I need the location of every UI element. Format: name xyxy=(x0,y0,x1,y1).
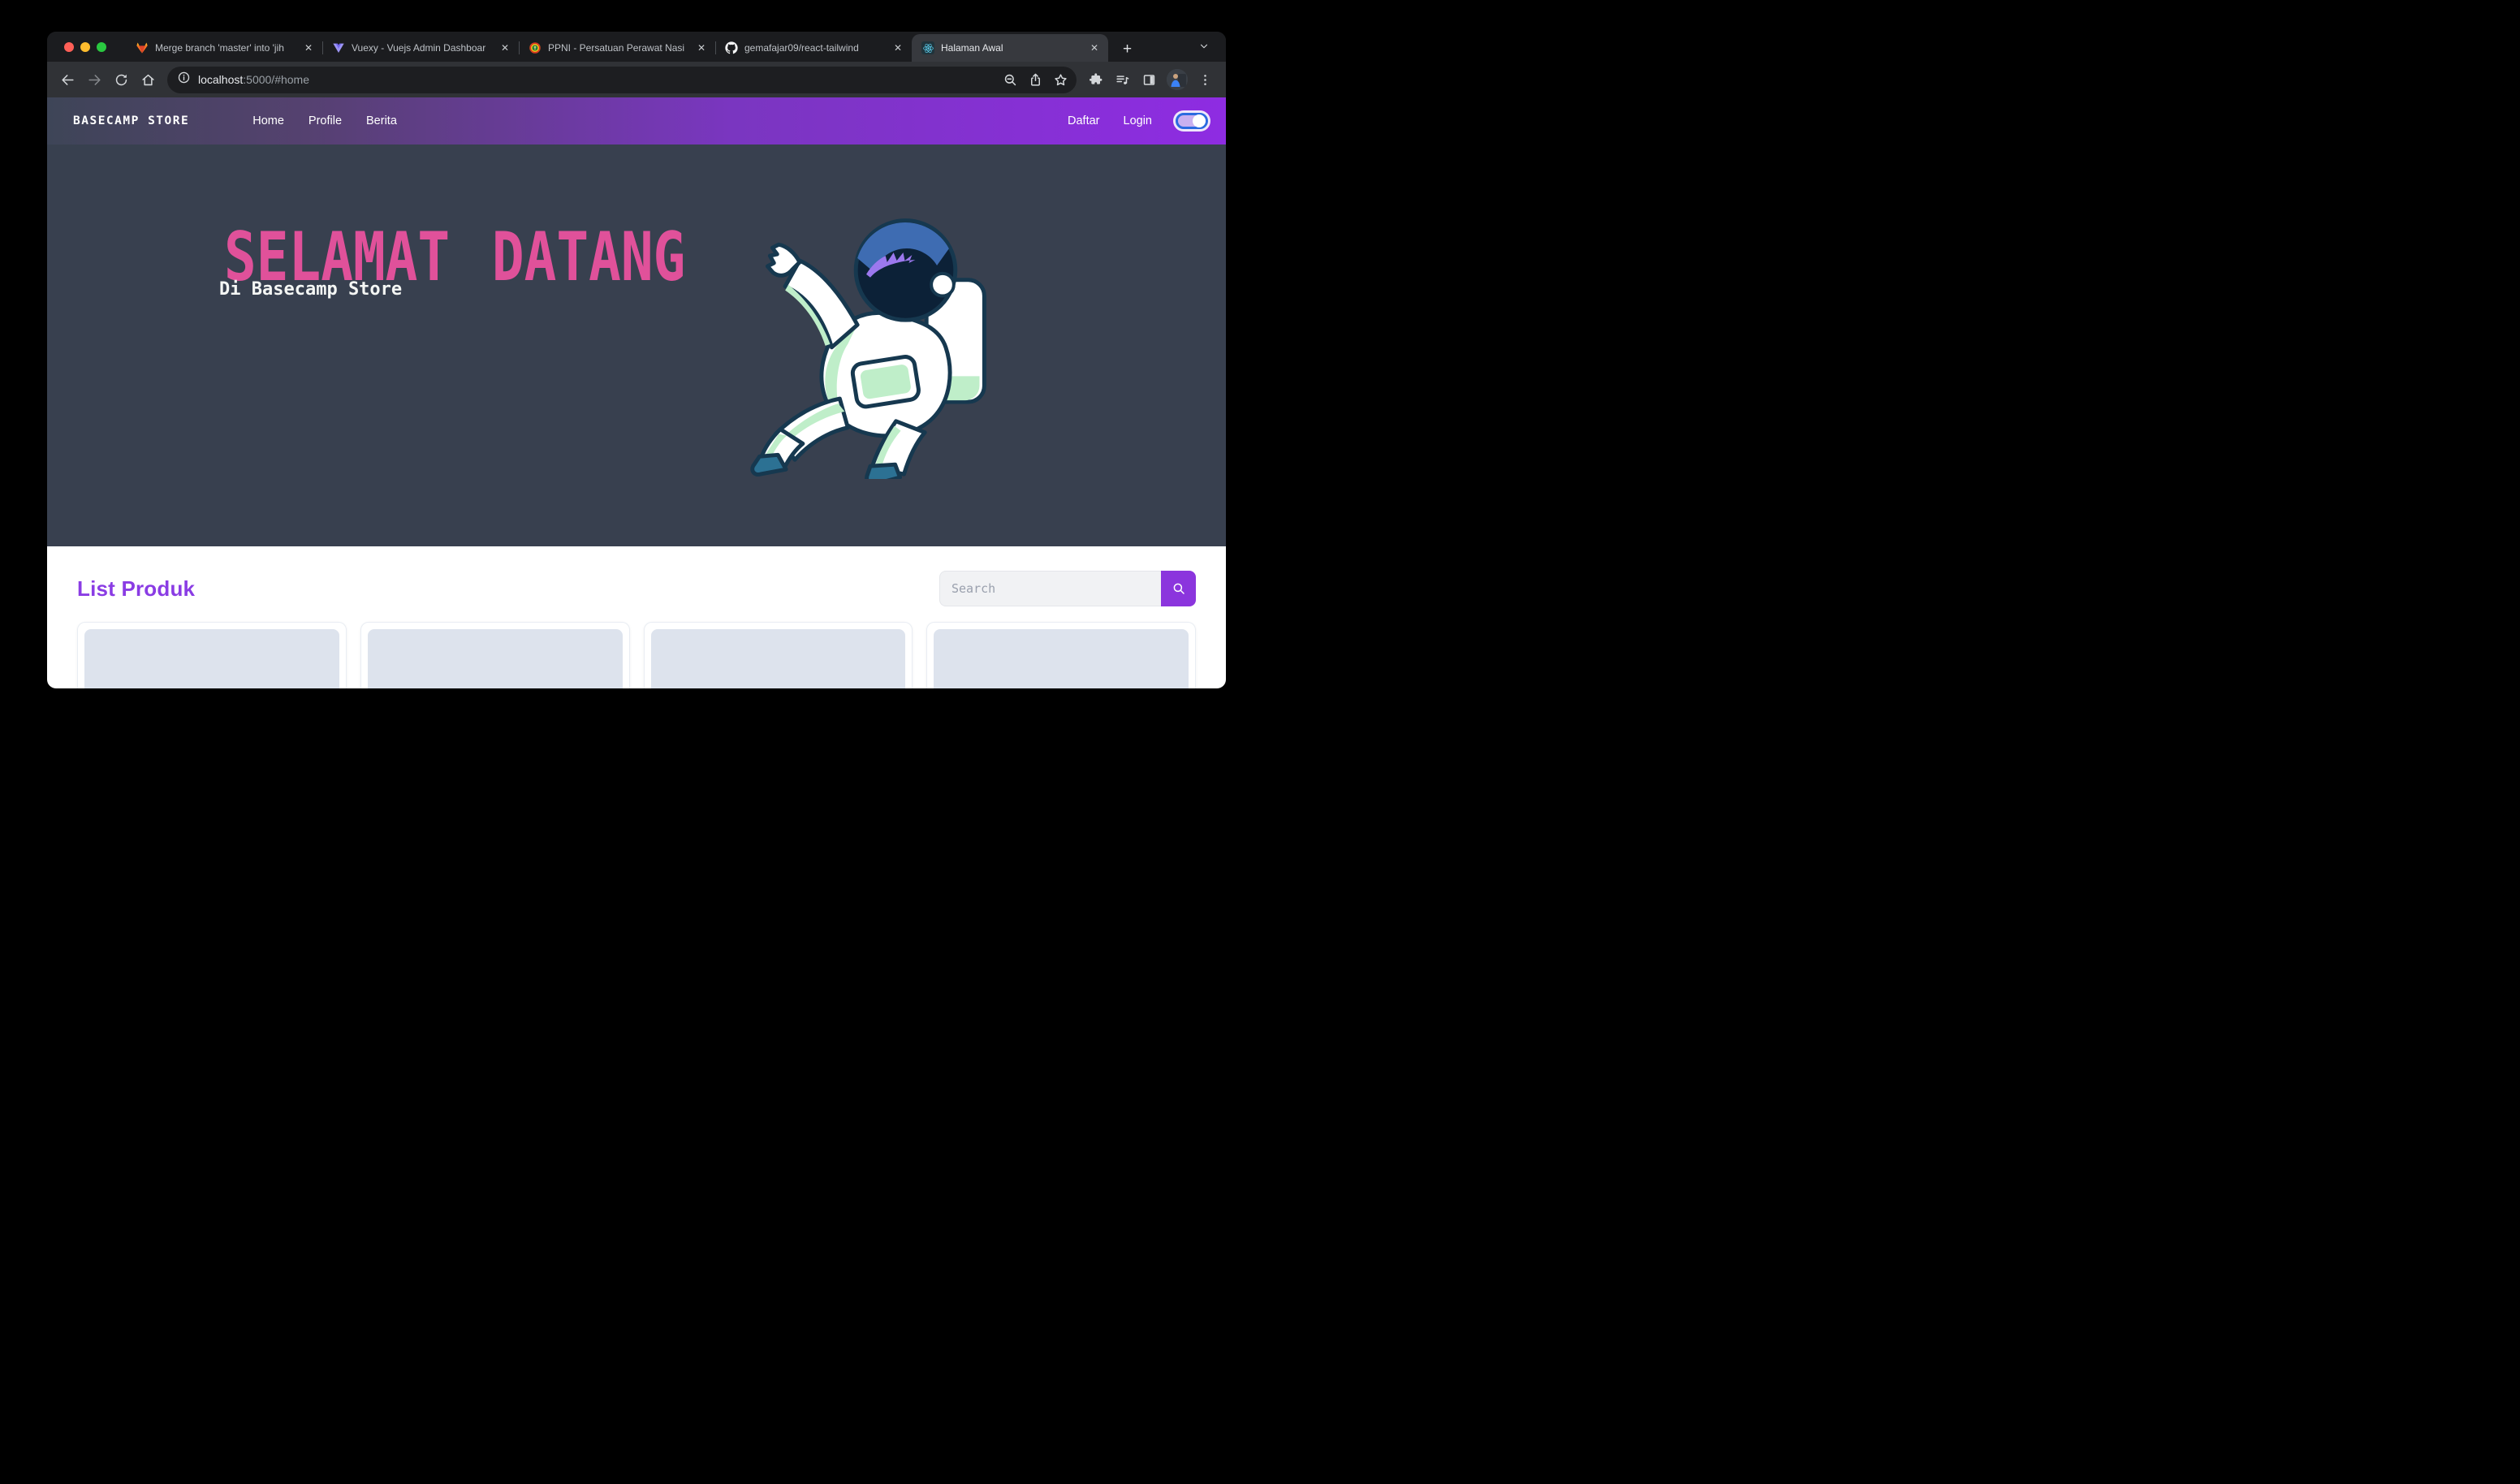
search-input[interactable] xyxy=(939,571,1161,606)
astronaut-illustration xyxy=(733,190,1003,479)
close-window-button[interactable] xyxy=(64,42,74,52)
close-tab-icon[interactable]: ✕ xyxy=(891,42,905,54)
zoom-window-button[interactable] xyxy=(97,42,106,52)
reload-icon[interactable] xyxy=(109,67,134,93)
nav-link-berita[interactable]: Berita xyxy=(366,114,397,127)
nav-link-profile[interactable]: Profile xyxy=(309,114,342,127)
product-card[interactable] xyxy=(644,622,913,688)
product-image-placeholder xyxy=(368,629,623,688)
product-card[interactable] xyxy=(360,622,630,688)
back-icon[interactable] xyxy=(55,67,80,93)
product-image-placeholder xyxy=(651,629,906,688)
toggle-knob xyxy=(1193,114,1206,127)
zoom-out-icon[interactable] xyxy=(998,67,1023,93)
close-tab-icon[interactable]: ✕ xyxy=(1087,42,1102,54)
tab-title: Merge branch 'master' into 'jih xyxy=(155,42,295,54)
ppni-icon xyxy=(529,41,542,54)
home-icon[interactable] xyxy=(136,67,161,93)
github-icon xyxy=(725,41,738,54)
side-panel-icon[interactable] xyxy=(1137,67,1162,93)
tab-github[interactable]: gemafajar09/react-tailwind ✕ xyxy=(715,34,912,62)
traffic-lights xyxy=(64,42,106,52)
brand-logo: BASECAMP STORE xyxy=(73,114,189,127)
products-section: List Produk xyxy=(47,546,1226,688)
product-cards xyxy=(77,622,1196,688)
product-card[interactable] xyxy=(926,622,1196,688)
tab-title: gemafajar09/react-tailwind xyxy=(744,42,884,54)
tabs: Merge branch 'master' into 'jih ✕ Vuexy … xyxy=(126,32,1108,62)
minimize-window-button[interactable] xyxy=(80,42,90,52)
tab-strip: Merge branch 'master' into 'jih ✕ Vuexy … xyxy=(47,32,1226,62)
site-navbar: BASECAMP STORE Home Profile Berita Dafta… xyxy=(47,97,1226,145)
web-page: BASECAMP STORE Home Profile Berita Dafta… xyxy=(47,97,1226,688)
products-heading: List Produk xyxy=(77,576,195,602)
forward-icon[interactable] xyxy=(82,67,107,93)
product-image-placeholder xyxy=(84,629,339,688)
nav-actions: Daftar Login xyxy=(1068,113,1215,129)
browser-window: Merge branch 'master' into 'jih ✕ Vuexy … xyxy=(47,32,1226,688)
bookmark-star-icon[interactable] xyxy=(1048,67,1073,93)
register-link[interactable]: Daftar xyxy=(1068,114,1100,127)
profile-avatar[interactable] xyxy=(1167,69,1188,90)
kebab-menu-icon[interactable] xyxy=(1193,67,1218,93)
login-link[interactable]: Login xyxy=(1124,114,1152,127)
nav-links: Home Profile Berita xyxy=(252,114,397,127)
tab-gitlab[interactable]: Merge branch 'master' into 'jih ✕ xyxy=(126,34,322,62)
close-tab-icon[interactable]: ✕ xyxy=(301,42,316,54)
product-image-placeholder xyxy=(934,629,1189,688)
vuexy-icon xyxy=(332,41,345,54)
tab-title: PPNI - Persatuan Perawat Nasi xyxy=(548,42,688,54)
url-text: localhost:5000/#home xyxy=(198,73,998,86)
tab-title: Halaman Awal xyxy=(941,42,1081,54)
extensions-puzzle-icon[interactable] xyxy=(1083,67,1108,93)
product-card[interactable] xyxy=(77,622,347,688)
browser-toolbar: localhost:5000/#home xyxy=(47,62,1226,97)
hero-subtitle: Di Basecamp Store xyxy=(219,279,402,300)
close-tab-icon[interactable]: ✕ xyxy=(498,42,512,54)
react-icon xyxy=(921,41,934,54)
close-tab-icon[interactable]: ✕ xyxy=(694,42,709,54)
search-button[interactable] xyxy=(1161,571,1196,606)
media-playlist-icon[interactable] xyxy=(1110,67,1135,93)
nav-link-home[interactable]: Home xyxy=(252,114,284,127)
address-bar[interactable]: localhost:5000/#home xyxy=(167,67,1077,93)
new-tab-plus-icon[interactable]: + xyxy=(1118,41,1137,57)
tab-search-chevron-icon[interactable] xyxy=(1198,41,1210,56)
products-bar: List Produk xyxy=(77,546,1196,606)
searchbox xyxy=(939,571,1196,606)
gitlab-icon xyxy=(136,41,149,54)
tab-halaman-awal-active[interactable]: Halaman Awal ✕ xyxy=(912,34,1108,62)
site-info-icon[interactable] xyxy=(177,71,191,88)
hero-section: SELAMAT DATANG Di Basecamp Store xyxy=(47,145,1226,546)
theme-toggle[interactable] xyxy=(1176,113,1208,129)
tab-vuexy[interactable]: Vuexy - Vuejs Admin Dashboar ✕ xyxy=(322,34,519,62)
tab-title: Vuexy - Vuejs Admin Dashboar xyxy=(352,42,491,54)
share-icon[interactable] xyxy=(1023,67,1048,93)
desktop: Merge branch 'master' into 'jih ✕ Vuexy … xyxy=(0,0,1260,742)
tab-ppni[interactable]: PPNI - Persatuan Perawat Nasi ✕ xyxy=(519,34,715,62)
